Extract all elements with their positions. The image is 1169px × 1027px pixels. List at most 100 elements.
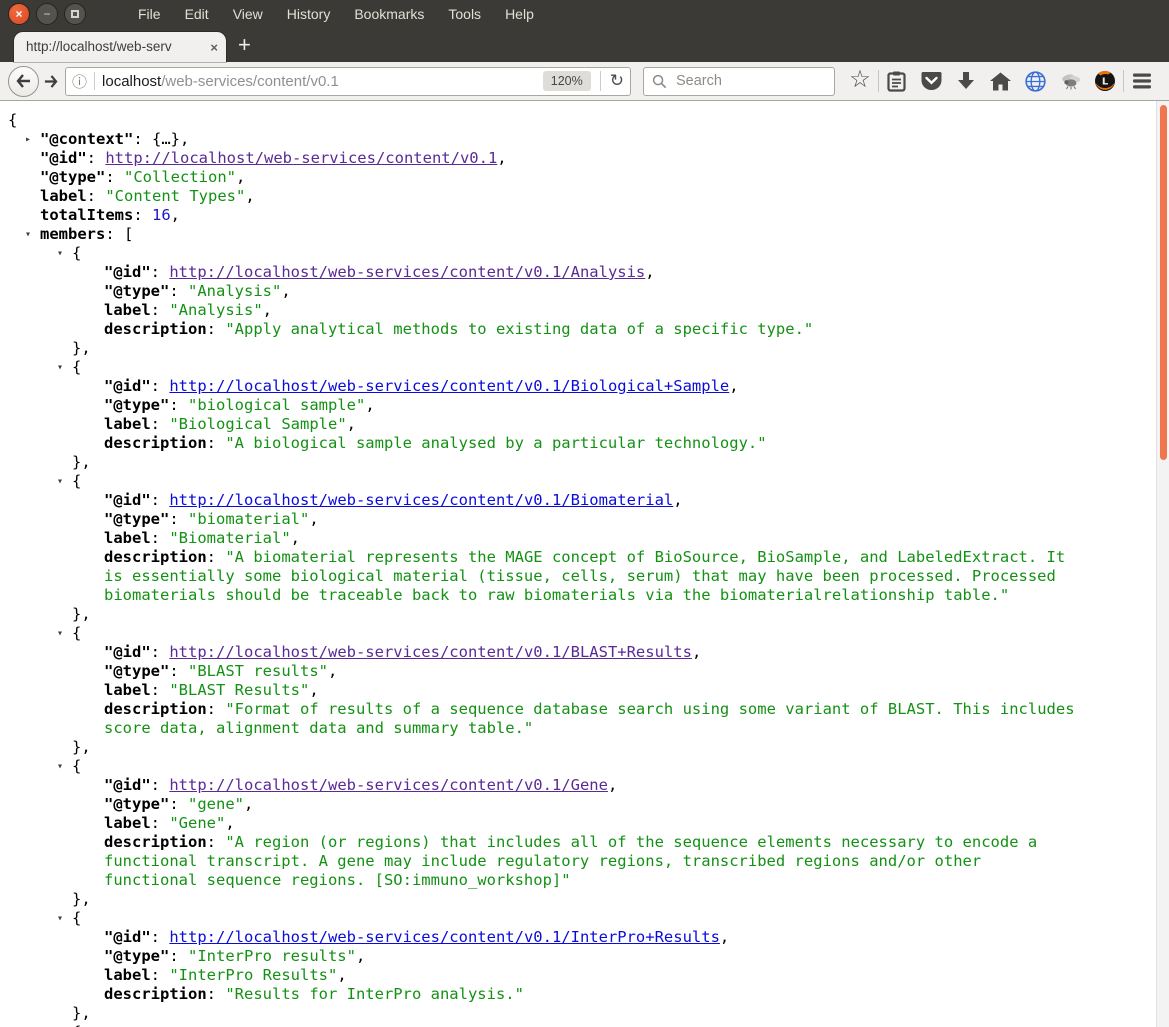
search-input[interactable] xyxy=(674,72,826,90)
json-key: label xyxy=(104,966,151,984)
json-line: "@type": "gene", xyxy=(0,795,1169,814)
menu-items: File Edit View History Bookmarks Tools H… xyxy=(128,2,544,26)
zoom-level-badge[interactable]: 120% xyxy=(542,71,591,91)
menu-edit[interactable]: Edit xyxy=(175,2,219,26)
expand-collapsed-icon[interactable]: ▸ xyxy=(25,130,31,149)
json-key: label xyxy=(104,681,151,699)
json-link[interactable]: http://localhost/web-services/content/v0… xyxy=(169,928,720,946)
web-globe-button[interactable] xyxy=(1019,66,1053,96)
reload-icon[interactable]: ↻ xyxy=(599,71,624,91)
json-line: totalItems: 16, xyxy=(0,206,1169,225)
json-text: : xyxy=(169,947,188,965)
bookmark-star-button[interactable]: ☆ xyxy=(843,66,877,96)
json-key: label xyxy=(104,529,151,547)
collapse-expanded-icon[interactable]: ▾ xyxy=(57,624,63,643)
back-arrow-icon xyxy=(15,74,30,88)
addon-fly-button[interactable] xyxy=(1054,66,1088,96)
menu-help[interactable]: Help xyxy=(495,2,544,26)
active-tab[interactable]: http://localhost/web-serv × xyxy=(14,32,226,62)
collapse-expanded-icon[interactable]: ▾ xyxy=(57,472,63,491)
json-key: "@id" xyxy=(104,263,151,281)
back-button[interactable] xyxy=(8,65,39,97)
downloads-button[interactable] xyxy=(949,66,983,96)
json-text: : xyxy=(169,510,188,528)
download-icon xyxy=(958,72,975,89)
menu-tools[interactable]: Tools xyxy=(438,2,491,26)
scrollbar-thumb[interactable] xyxy=(1160,105,1167,460)
collapse-expanded-icon[interactable]: ▾ xyxy=(57,244,63,263)
json-link[interactable]: http://localhost/web-services/content/v0… xyxy=(105,149,497,167)
json-text: , xyxy=(719,928,730,946)
json-line: ▾{ xyxy=(0,624,1169,643)
json-string: score data, alignment data and summary t… xyxy=(104,719,534,737)
json-line: description: "Format of results of a seq… xyxy=(0,700,1169,719)
json-string: "A region (or regions) that includes all… xyxy=(225,833,1038,851)
json-text: : {…}, xyxy=(133,130,190,148)
json-text: { xyxy=(72,358,82,376)
json-key: "@type" xyxy=(104,396,170,414)
json-line: functional sequence regions. [SO:immuno_… xyxy=(0,871,1169,890)
json-text: , xyxy=(607,776,618,794)
addon-logo-button[interactable]: L xyxy=(1088,66,1122,96)
url-path: /web-services/content/v0.1 xyxy=(161,72,339,90)
json-key: "@id" xyxy=(104,491,151,509)
site-info-icon[interactable]: ⓘ xyxy=(72,71,87,92)
collapse-expanded-icon[interactable]: ▾ xyxy=(57,757,63,776)
json-text: { xyxy=(72,909,82,927)
url-bar[interactable]: ⓘ localhost /web-services/content/v0.1 1… xyxy=(65,66,631,96)
json-text: : [ xyxy=(105,225,134,243)
json-text: , xyxy=(245,187,255,205)
menu-bookmarks[interactable]: Bookmarks xyxy=(344,2,434,26)
json-line: "@type": "BLAST results", xyxy=(0,662,1169,681)
json-link[interactable]: http://localhost/web-services/content/v0… xyxy=(169,263,645,281)
collapse-expanded-icon[interactable]: ▾ xyxy=(57,1023,63,1027)
search-box[interactable] xyxy=(643,66,835,96)
json-line: label: "Biological Sample", xyxy=(0,415,1169,434)
bookmarks-list-button[interactable] xyxy=(880,66,914,96)
json-string: "Apply analytical methods to existing da… xyxy=(225,320,814,338)
json-link[interactable]: http://localhost/web-services/content/v0… xyxy=(169,776,608,794)
menu-button[interactable] xyxy=(1125,66,1159,96)
json-string: "Results for InterPro analysis." xyxy=(225,985,524,1003)
window-menubar: × − File Edit View History Bookmarks Too… xyxy=(0,0,1169,28)
json-text: , xyxy=(235,168,246,186)
json-line: description: "A biomaterial represents t… xyxy=(0,548,1169,567)
json-text: : xyxy=(150,966,170,984)
pocket-button[interactable] xyxy=(914,66,948,96)
json-key: description xyxy=(104,548,207,566)
json-text: , xyxy=(244,795,254,813)
tab-close-icon[interactable]: × xyxy=(210,40,218,55)
forward-button[interactable] xyxy=(37,68,63,94)
menu-view[interactable]: View xyxy=(223,2,273,26)
json-string: "Gene" xyxy=(169,814,226,832)
home-button[interactable] xyxy=(984,66,1018,96)
json-text: : xyxy=(169,795,188,813)
json-link[interactable]: http://localhost/web-services/content/v0… xyxy=(169,643,692,661)
vertical-scrollbar[interactable] xyxy=(1156,101,1169,1027)
json-string: "Collection" xyxy=(124,168,236,186)
window-maximize-button[interactable] xyxy=(64,3,86,25)
menu-file[interactable]: File xyxy=(128,2,171,26)
new-tab-button[interactable]: + xyxy=(226,30,263,60)
window-minimize-button[interactable]: − xyxy=(36,3,58,25)
collapse-expanded-icon[interactable]: ▾ xyxy=(25,225,31,244)
json-line: label: "Content Types", xyxy=(0,187,1169,206)
json-link[interactable]: http://localhost/web-services/content/v0… xyxy=(169,491,673,509)
maximize-icon xyxy=(71,10,79,18)
json-key: label xyxy=(104,301,151,319)
menu-history[interactable]: History xyxy=(277,2,341,26)
json-text: : xyxy=(86,149,106,167)
json-text: : xyxy=(206,320,226,338)
json-line: label: "Gene", xyxy=(0,814,1169,833)
collapse-expanded-icon[interactable]: ▾ xyxy=(57,909,63,928)
json-key: "@id" xyxy=(104,377,151,395)
json-text: , xyxy=(327,662,338,680)
json-link[interactable]: http://localhost/web-services/content/v0… xyxy=(169,377,729,395)
json-text: { xyxy=(72,1023,81,1027)
json-key: members xyxy=(40,225,106,243)
collapse-expanded-icon[interactable]: ▾ xyxy=(57,358,63,377)
json-line: ▾ members: [ xyxy=(0,225,1169,244)
window-close-button[interactable]: × xyxy=(8,3,30,25)
json-line: ▾{ xyxy=(0,1023,1169,1027)
json-line: "@id": http://localhost/web-services/con… xyxy=(0,928,1169,947)
